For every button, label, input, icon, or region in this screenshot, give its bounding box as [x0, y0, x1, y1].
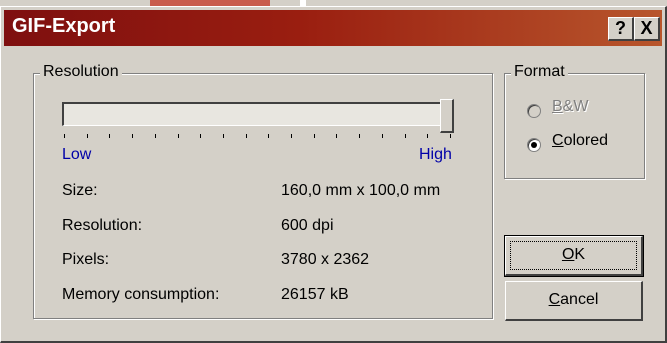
help-icon: ?: [615, 18, 626, 38]
slider-tick: [132, 134, 133, 138]
slider-tick: [200, 134, 201, 138]
size-label: Size:: [62, 182, 98, 199]
resolution-slider-thumb[interactable]: [440, 99, 454, 133]
slider-tick: [314, 134, 315, 138]
slider-tick: [155, 134, 156, 138]
resolution-slider-track[interactable]: [62, 102, 454, 126]
format-group-title: Format: [511, 63, 568, 81]
size-value: 160,0 mm x 100,0 mm: [281, 182, 441, 199]
colored-radio[interactable]: [527, 138, 541, 152]
cancel-mnemonic: C: [548, 291, 561, 308]
slider-tick: [178, 134, 179, 138]
slider-tick: [246, 134, 247, 138]
memory-consumption-value: 26157 kB: [281, 286, 349, 303]
slider-tick: [223, 134, 224, 138]
slider-tick: [336, 134, 337, 138]
slider-tick: [291, 134, 292, 138]
close-button[interactable]: X: [634, 17, 660, 41]
window-title: GIF-Export: [12, 15, 116, 37]
slider-tick: [87, 134, 88, 138]
ok-button[interactable]: OK: [504, 235, 644, 277]
cancel-label-rest: ancel: [560, 291, 599, 308]
slider-tick: [268, 134, 269, 138]
help-button[interactable]: ?: [608, 17, 634, 41]
resolution-label: Resolution:: [62, 217, 143, 234]
slider-tick: [109, 134, 110, 138]
pixels-value: 3780 x 2362: [281, 251, 370, 268]
slider-tick: [450, 134, 451, 138]
bw-radio[interactable]: [527, 104, 541, 118]
slider-ticks: [64, 134, 456, 140]
bw-radio-label: B&W: [552, 98, 589, 115]
slider-tick: [359, 134, 360, 138]
slider-tick: [405, 134, 406, 138]
slider-tick: [427, 134, 428, 138]
slider-max-label: High: [419, 146, 452, 163]
title-bar[interactable]: GIF-Export ? X: [4, 10, 662, 46]
cancel-button[interactable]: Cancel: [505, 281, 643, 321]
resolution-group-title: Resolution: [40, 63, 122, 81]
resolution-value: 600 dpi: [281, 217, 334, 234]
slider-tick: [64, 134, 65, 138]
pixels-label: Pixels:: [62, 251, 110, 268]
slider-tick: [382, 134, 383, 138]
format-group: Format: [504, 63, 645, 179]
memory-consumption-label: Memory consumption:: [62, 286, 220, 303]
colored-radio-label: Colored: [552, 132, 609, 149]
focus-rectangle: [510, 241, 637, 270]
close-icon: X: [640, 18, 653, 38]
slider-min-label: Low: [62, 146, 92, 163]
